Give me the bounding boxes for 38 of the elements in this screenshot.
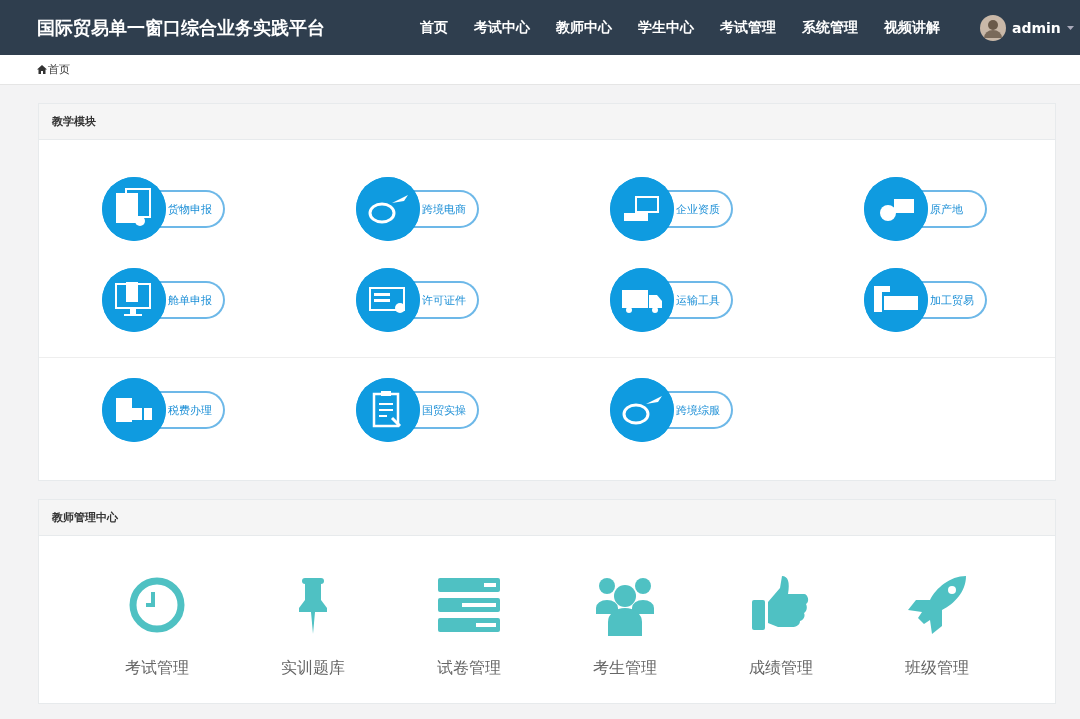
- caret-icon[interactable]: [1066, 25, 1074, 30]
- nav-link[interactable]: 考试中心: [461, 0, 543, 55]
- nav-link[interactable]: 考试管理: [707, 0, 789, 55]
- avatar[interactable]: [980, 14, 1006, 41]
- truck-icon: [609, 268, 674, 332]
- home-icon: [37, 65, 47, 74]
- module-button[interactable]: 加工贸易: [863, 268, 987, 332]
- management-item[interactable]: 班级管理: [859, 574, 1015, 679]
- management-item[interactable]: 考试管理: [79, 574, 235, 679]
- nav-link[interactable]: 教师中心: [543, 0, 625, 55]
- nav-link[interactable]: 首页: [407, 0, 461, 55]
- nav-link[interactable]: 系统管理: [789, 0, 871, 55]
- module-button[interactable]: 跨境电商: [355, 177, 479, 241]
- clipboard-icon: [355, 378, 420, 442]
- panel-title: 教学模块: [52, 114, 96, 129]
- certificate-icon: [355, 268, 420, 332]
- panel-title: 教师管理中心: [52, 510, 118, 525]
- nav-link[interactable]: 学生中心: [625, 0, 707, 55]
- rocket-icon: [906, 574, 968, 636]
- module-button[interactable]: 舱单申报: [101, 268, 225, 332]
- management-item[interactable]: 试卷管理: [391, 574, 547, 679]
- document-box-icon: [101, 177, 166, 241]
- nav-link[interactable]: 视频讲解: [871, 0, 953, 55]
- module-button[interactable]: 运输工具: [609, 268, 733, 332]
- module-button[interactable]: 许可证件: [355, 268, 479, 332]
- management-item[interactable]: 成绩管理: [703, 574, 859, 679]
- module-button[interactable]: 跨境综服: [609, 378, 733, 442]
- breadcrumb-link[interactable]: 首页: [48, 62, 70, 77]
- app-title: 国际贸易单一窗口综合业务实践平台: [37, 15, 326, 40]
- management-item[interactable]: 实训题库: [235, 574, 391, 679]
- management-item[interactable]: 考生管理: [547, 574, 703, 679]
- module-button[interactable]: 国贸实操: [355, 378, 479, 442]
- monitor-icon: [101, 268, 166, 332]
- module-button[interactable]: 原产地: [863, 177, 987, 241]
- module-button[interactable]: 企业资质: [609, 177, 733, 241]
- module-button[interactable]: 货物申报: [101, 177, 225, 241]
- module-button[interactable]: 税费办理: [101, 378, 225, 442]
- user-name[interactable]: admin: [1012, 19, 1061, 36]
